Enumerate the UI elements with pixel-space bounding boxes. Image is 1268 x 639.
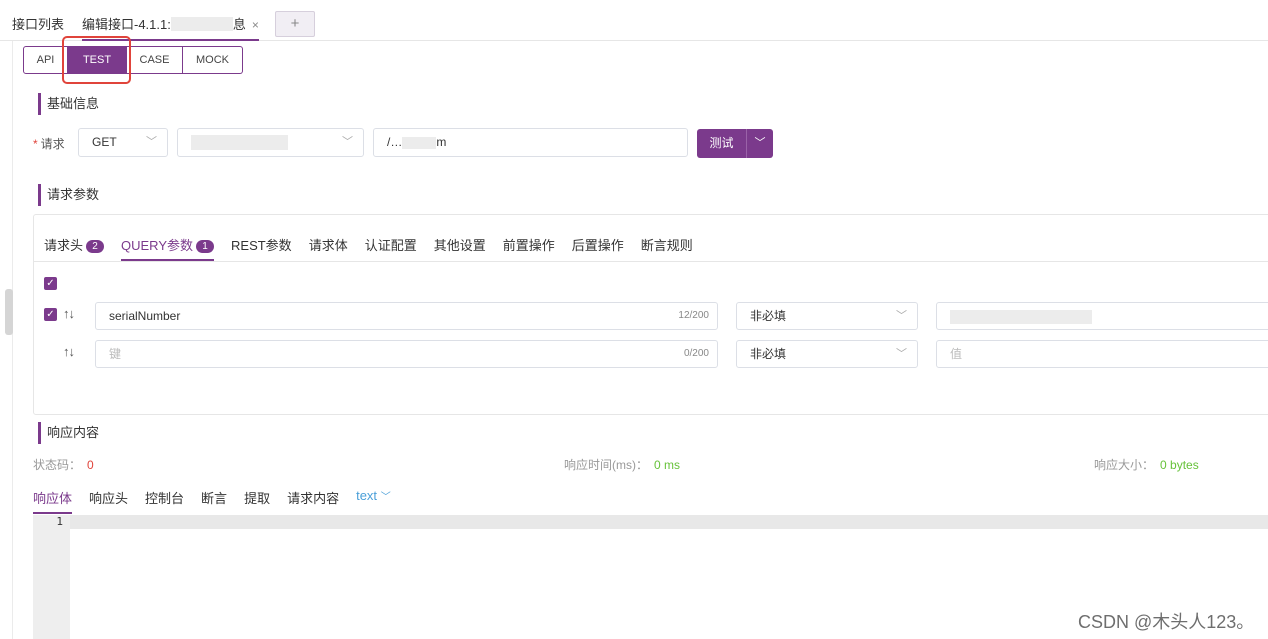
method-value: GET bbox=[92, 135, 117, 149]
tab-test[interactable]: TEST bbox=[68, 46, 127, 74]
mode-tabs: API TEST CASE MOCK bbox=[23, 46, 243, 74]
tab-other-settings[interactable]: 其他设置 bbox=[434, 235, 486, 261]
watermark: CSDN @木头人123。 bbox=[1078, 612, 1255, 632]
param-key-input[interactable]: serialNumber 12/200 bbox=[95, 302, 718, 330]
tab-extract[interactable]: 提取 bbox=[244, 488, 270, 514]
tab-request-content[interactable]: 请求内容 bbox=[287, 488, 339, 514]
status-code: 状态码： 0 bbox=[33, 456, 94, 473]
row-checkbox[interactable]: ✓ bbox=[44, 308, 57, 321]
time-label: 响应时间(ms)： bbox=[564, 458, 648, 472]
size-label: 响应大小： bbox=[1094, 458, 1155, 472]
redacted-text bbox=[950, 309, 1092, 324]
left-divider bbox=[12, 41, 13, 639]
tab-label: 请求头 bbox=[44, 238, 84, 253]
line-gutter bbox=[33, 515, 70, 639]
tab-label: QUERY参数 bbox=[121, 238, 194, 253]
tab-edit-interface[interactable]: 编辑接口-4.1.1: 息 × bbox=[82, 14, 259, 41]
redacted-text bbox=[402, 136, 437, 149]
tab-response-body[interactable]: 响应体 bbox=[33, 488, 73, 514]
char-count: 12/200 bbox=[678, 310, 709, 321]
tab-assertions[interactable]: 断言 bbox=[201, 488, 227, 514]
tab-divider bbox=[34, 261, 1268, 262]
path-suffix: m bbox=[436, 135, 447, 149]
format-value: text bbox=[356, 488, 378, 503]
test-button[interactable]: 测试 ﹀ bbox=[697, 129, 773, 158]
tab-api[interactable]: API bbox=[23, 46, 68, 74]
tab-case[interactable]: CASE bbox=[127, 46, 183, 74]
response-size: 响应大小： 0 bytes bbox=[1094, 456, 1199, 473]
tab-pre-actions[interactable]: 前置操作 bbox=[503, 235, 555, 261]
count-badge: 1 bbox=[196, 240, 215, 253]
redacted-text bbox=[191, 135, 288, 151]
response-tabs: 响应体 响应头 控制台 断言 提取 请求内容 text ﹀ bbox=[33, 488, 408, 514]
response-time: 响应时间(ms)： 0 ms bbox=[564, 456, 680, 473]
param-value-placeholder: 值 bbox=[950, 347, 963, 361]
param-key-input[interactable]: 键 0/200 bbox=[95, 340, 718, 368]
top-tab-bar: 接口列表 编辑接口-4.1.1: 息 × + bbox=[0, 0, 1268, 41]
active-line bbox=[70, 515, 1268, 529]
sidebar-collapse-handle[interactable] bbox=[5, 289, 13, 335]
sort-arrows-icon[interactable]: ↑↓ bbox=[63, 344, 75, 359]
chevron-down-icon: ﹀ bbox=[896, 348, 907, 360]
param-key-value: serialNumber bbox=[109, 309, 181, 323]
path-input[interactable]: /… m bbox=[373, 128, 688, 157]
required-value: 非必填 bbox=[750, 347, 787, 361]
size-value: 0 bytes bbox=[1160, 458, 1199, 472]
test-button-label[interactable]: 测试 bbox=[697, 129, 747, 158]
chevron-down-icon: ﹀ bbox=[146, 136, 157, 148]
required-select[interactable]: 非必填 ﹀ bbox=[736, 302, 918, 330]
tab-edit-label: 编辑接口-4.1.1: bbox=[82, 17, 171, 32]
required-value: 非必填 bbox=[750, 309, 787, 323]
section-request-params: 请求参数 bbox=[38, 184, 99, 206]
tab-auth-config[interactable]: 认证配置 bbox=[365, 235, 417, 261]
required-mark: * bbox=[33, 137, 38, 151]
tab-post-actions[interactable]: 后置操作 bbox=[572, 235, 624, 261]
path-value: /… bbox=[387, 135, 403, 149]
tab-interface-list[interactable]: 接口列表 bbox=[12, 14, 64, 33]
chevron-down-icon: ﹀ bbox=[896, 310, 907, 322]
section-response: 响应内容 bbox=[38, 422, 99, 444]
method-select[interactable]: GET ﹀ bbox=[78, 128, 168, 157]
request-label-text: 请求 bbox=[40, 137, 65, 151]
tab-request-body[interactable]: 请求体 bbox=[309, 235, 348, 261]
line-number: 1 bbox=[56, 515, 63, 528]
tab-response-headers[interactable]: 响应头 bbox=[89, 488, 128, 514]
environment-select[interactable]: ﹀ bbox=[177, 128, 364, 157]
param-key-placeholder: 键 bbox=[109, 347, 122, 361]
tab-mock[interactable]: MOCK bbox=[183, 46, 243, 74]
tab-assertion-rules[interactable]: 断言规则 bbox=[641, 235, 693, 261]
chevron-down-icon[interactable]: ﹀ bbox=[747, 129, 773, 158]
format-select[interactable]: text ﹀ bbox=[356, 488, 391, 514]
request-label: * 请求 bbox=[33, 135, 65, 152]
required-select[interactable]: 非必填 ﹀ bbox=[736, 340, 918, 368]
page: 接口列表 编辑接口-4.1.1: 息 × + API TEST CASE MOCK … bbox=[0, 0, 1268, 639]
param-value-input[interactable]: 值 bbox=[936, 340, 1268, 368]
status-label: 状态码： bbox=[33, 458, 82, 472]
sort-arrows-icon[interactable]: ↑↓ bbox=[63, 306, 75, 321]
add-tab-button[interactable]: + bbox=[275, 11, 315, 37]
close-icon[interactable]: × bbox=[252, 18, 259, 32]
tab-rest-params[interactable]: REST参数 bbox=[231, 235, 292, 261]
tab-console[interactable]: 控制台 bbox=[145, 488, 184, 514]
time-value: 0 ms bbox=[654, 458, 681, 472]
tab-query-params[interactable]: QUERY参数 1 bbox=[121, 235, 215, 261]
param-value-input[interactable] bbox=[936, 302, 1268, 330]
char-count: 0/200 bbox=[683, 348, 709, 359]
status-value: 0 bbox=[87, 458, 94, 472]
tab-headers[interactable]: 请求头 2 bbox=[44, 235, 105, 261]
select-all-checkbox[interactable]: ✓ bbox=[44, 277, 57, 290]
count-badge: 2 bbox=[86, 240, 105, 253]
redacted-text bbox=[170, 17, 233, 31]
section-basic-info: 基础信息 bbox=[38, 93, 99, 115]
param-tabs: 请求头 2 QUERY参数 1 REST参数 请求体 认证配置 其他设置 前置操作 … bbox=[44, 235, 710, 261]
chevron-down-icon: ﹀ bbox=[342, 136, 353, 148]
tab-edit-label-suffix: 息 bbox=[232, 17, 246, 32]
params-card: 请求头 2 QUERY参数 1 REST参数 请求体 认证配置 其他设置 前置操作 … bbox=[33, 214, 1268, 415]
chevron-down-icon: ﹀ bbox=[380, 492, 391, 503]
